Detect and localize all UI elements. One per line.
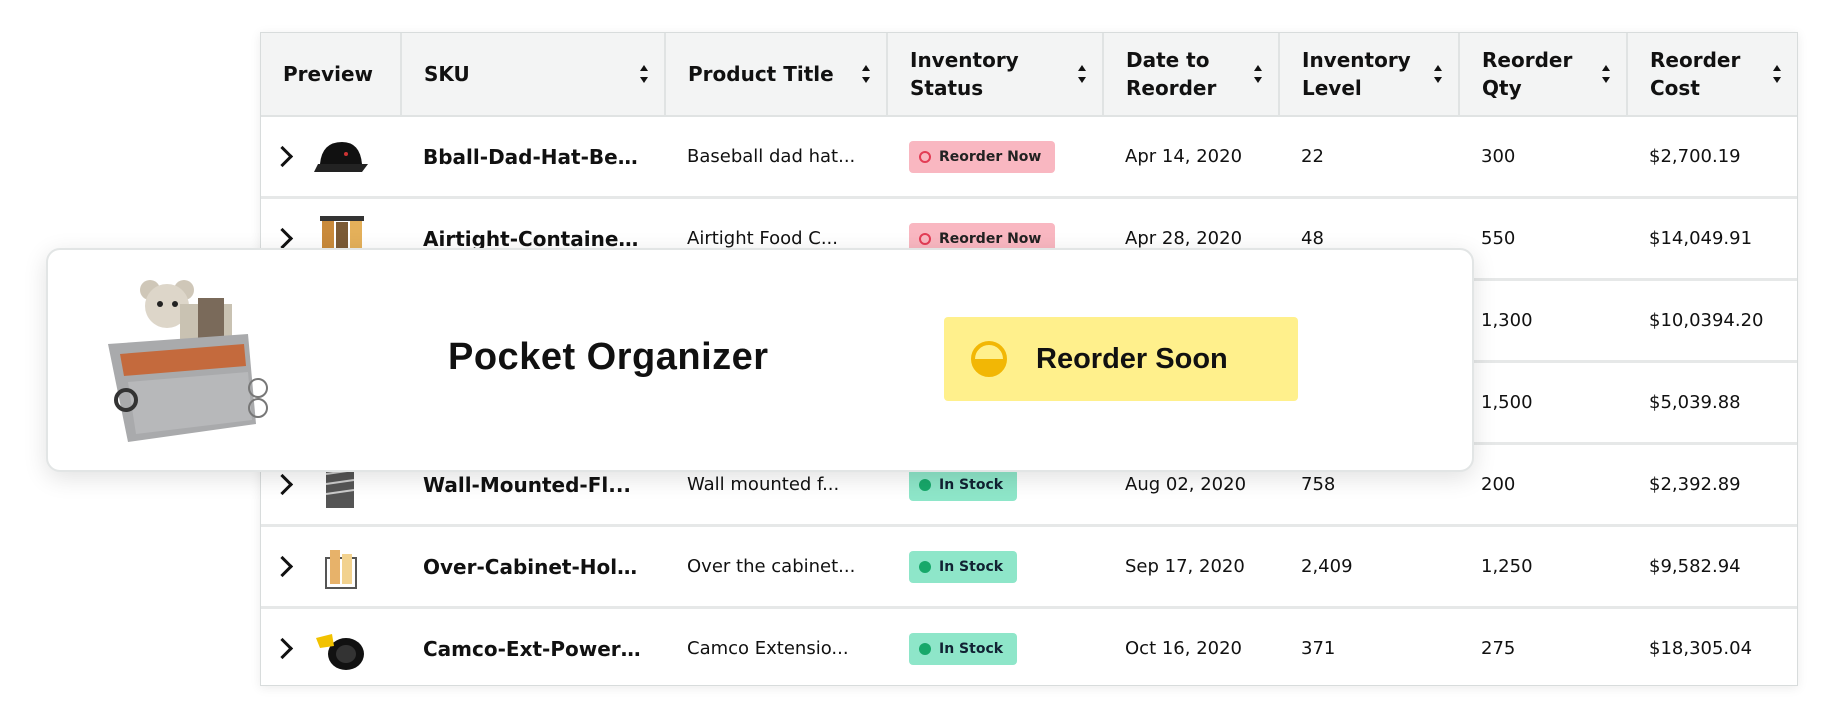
cabinet-holder-thumbnail	[312, 542, 368, 592]
reorder-cost-cell: $2,700.19	[1627, 116, 1797, 199]
column-header-label: Reorder Qty	[1482, 48, 1573, 100]
sort-icon[interactable]	[1254, 63, 1264, 85]
column-header-label: Preview	[283, 62, 374, 86]
column-header-inventory-level[interactable]: Inventory Level	[1279, 33, 1460, 117]
product-detail-card[interactable]: Pocket Organizer Reorder Soon	[46, 248, 1474, 472]
preview-cell	[261, 525, 401, 609]
dot-icon	[919, 642, 931, 655]
date-to-reorder-cell: Apr 14, 2020	[1103, 116, 1279, 199]
reorder-qty-cell: 1,500	[1459, 361, 1627, 445]
column-header-product-title[interactable]: Product Title	[665, 33, 888, 117]
column-header-label: Date to Reorder	[1126, 48, 1217, 100]
product-title-cell: Baseball dad hat...	[665, 116, 887, 199]
inventory-status-cell: In Stock	[887, 525, 1103, 609]
in-stock-badge: In Stock	[909, 550, 1018, 583]
product-title-cell: Camco Extensio...	[687, 638, 849, 659]
card-product-title: Pocket Organizer	[448, 336, 769, 378]
reorder-soon-badge: Reorder Soon	[944, 317, 1298, 401]
sort-icon[interactable]	[1078, 63, 1088, 85]
preview-cell	[261, 116, 401, 199]
reorder-qty-cell: 200	[1459, 443, 1627, 527]
date-to-reorder-cell: Oct 16, 2020	[1125, 638, 1242, 659]
inventory-status-cell: Reorder Now	[887, 116, 1103, 199]
table-row[interactable]: Over-Cabinet-Holder Over the cabinet... In…	[261, 525, 1797, 609]
chevron-right-icon[interactable]	[271, 145, 294, 168]
sort-icon[interactable]	[1773, 63, 1783, 85]
reorder-qty-cell: 275	[1481, 638, 1516, 659]
in-stock-badge: In Stock	[909, 468, 1018, 501]
cap-thumbnail	[312, 132, 368, 182]
column-header-label: Inventory Level	[1302, 48, 1411, 100]
column-header-sku[interactable]: SKU	[401, 33, 666, 117]
cord-reel-thumbnail	[312, 624, 368, 674]
inventory-level-cell: 22	[1279, 116, 1459, 199]
inventory-level-cell: 371	[1301, 638, 1336, 659]
table-row[interactable]: Bball-Dad-Hat-Beige Baseball dad hat... Re…	[261, 116, 1797, 199]
sort-icon[interactable]	[1434, 63, 1444, 85]
inventory-level-cell: 2,409	[1279, 525, 1459, 609]
column-header-label: Inventory Status	[910, 48, 1019, 100]
table-row[interactable]: Camco-Ext-PowerGrip Camco Extensio... In S…	[261, 608, 1797, 689]
dot-icon	[919, 478, 931, 491]
column-header-reorder-qty[interactable]: Reorder Qty	[1459, 33, 1628, 117]
reorder-cost-cell: $9,582.94	[1627, 525, 1797, 609]
reorder-cost-cell: $2,392.89	[1627, 443, 1797, 527]
sort-icon[interactable]	[640, 63, 650, 85]
ring-icon	[919, 232, 931, 245]
dot-icon	[919, 560, 931, 573]
half-circle-icon	[971, 341, 1007, 377]
column-header-inventory-status[interactable]: Inventory Status	[887, 33, 1104, 117]
column-header-preview: Preview	[261, 33, 402, 117]
ring-icon	[919, 150, 931, 163]
reorder-cost-cell: $18,305.04	[1649, 638, 1753, 659]
in-stock-badge: In Stock	[909, 632, 1018, 665]
product-title-cell: Over the cabinet...	[665, 525, 887, 609]
column-header-date-to-reorder[interactable]: Date to Reorder	[1103, 33, 1280, 117]
reorder-cost-cell: $14,049.91	[1627, 197, 1797, 281]
sort-icon[interactable]	[1602, 63, 1612, 85]
reorder-qty-cell: 300	[1459, 116, 1627, 199]
sku-cell: Bball-Dad-Hat-Beige	[401, 116, 665, 199]
status-label: Reorder Now	[939, 230, 1042, 247]
chevron-right-icon[interactable]	[271, 637, 294, 660]
reorder-cost-cell: $5,039.88	[1627, 361, 1797, 445]
column-header-label: Reorder Cost	[1650, 48, 1741, 100]
chevron-right-icon[interactable]	[271, 555, 294, 578]
sku-cell: Over-Cabinet-Holder	[401, 525, 665, 609]
date-to-reorder-cell: Sep 17, 2020	[1103, 525, 1279, 609]
status-label: In Stock	[939, 640, 1004, 657]
reorder-cost-cell: $10,0394.20	[1627, 279, 1797, 363]
reorder-qty-cell: 550	[1459, 197, 1627, 281]
preview-cell	[261, 608, 401, 689]
inventory-status-cell: In Stock	[887, 608, 1103, 689]
reorder-qty-cell: 1,300	[1459, 279, 1627, 363]
reorder-soon-label: Reorder Soon	[1036, 342, 1228, 375]
table-header-row: Preview SKU Product Title Inventory Status D…	[261, 33, 1797, 117]
chevron-right-icon[interactable]	[271, 227, 294, 250]
pocket-organizer-image	[108, 280, 268, 442]
reorder-qty-cell: 1,250	[1459, 525, 1627, 609]
column-header-label: Product Title	[688, 62, 834, 86]
sku-cell: Camco-Ext-PowerGrip	[423, 636, 665, 661]
status-label: In Stock	[939, 476, 1004, 493]
chevron-right-icon[interactable]	[271, 473, 294, 496]
column-header-label: SKU	[424, 62, 470, 86]
status-label: In Stock	[939, 558, 1004, 575]
sort-icon[interactable]	[862, 63, 872, 85]
reorder-now-badge: Reorder Now	[909, 140, 1056, 173]
column-header-reorder-cost[interactable]: Reorder Cost	[1627, 33, 1797, 117]
status-label: Reorder Now	[939, 148, 1042, 165]
